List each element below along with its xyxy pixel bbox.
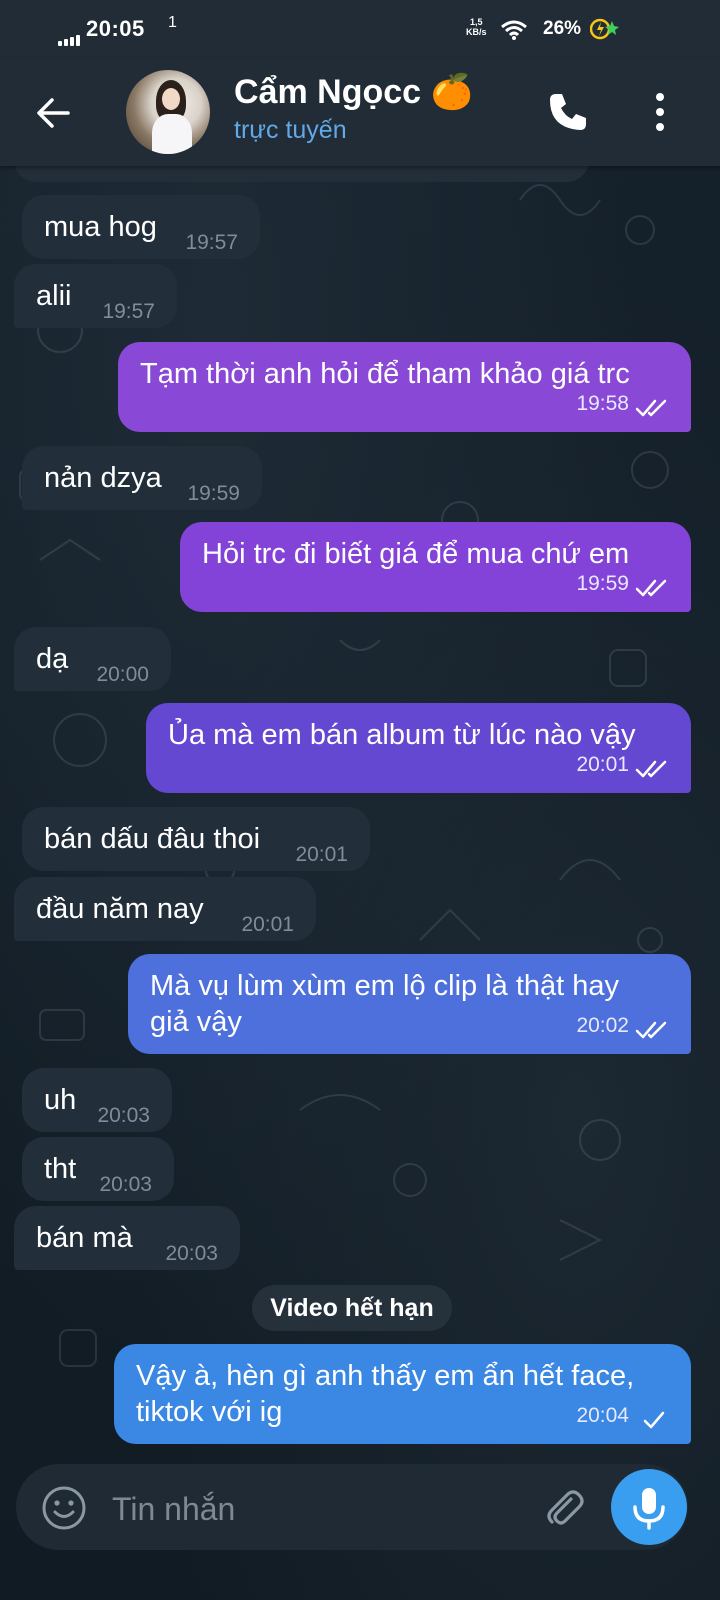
message-text-line: tiktok với ig <box>136 1396 283 1428</box>
message-text: bán dấu đâu thoi <box>44 823 261 855</box>
avatar[interactable] <box>126 70 210 154</box>
incoming-message[interactable]: tht 20:03 <box>22 1137 174 1201</box>
status-time: 20:05 <box>86 16 145 41</box>
message-time: 20:03 <box>165 1242 218 1265</box>
message-text-line: Mà vụ lùm xùm em lộ clip là thật hay <box>150 970 620 1002</box>
microphone-button[interactable] <box>611 1469 687 1545</box>
incoming-message[interactable]: bán mà 20:03 <box>14 1206 240 1270</box>
back-arrow-icon[interactable] <box>30 90 76 136</box>
message-time: 19:59 <box>576 572 629 595</box>
double-check-icon <box>635 1021 667 1039</box>
more-vertical-icon[interactable] <box>648 90 672 134</box>
network-speed: 1,5 KB/s <box>466 17 487 37</box>
message-text: bán mà <box>36 1222 133 1254</box>
message-time: 20:02 <box>576 1014 629 1037</box>
message-text: alii <box>36 280 72 312</box>
message-time: 20:01 <box>576 753 629 776</box>
message-text: Tạm thời anh hỏi để tham khảo giá trc <box>140 358 630 390</box>
double-check-icon <box>635 760 667 778</box>
message-text: tht <box>44 1153 77 1185</box>
message-time: 20:03 <box>99 1173 152 1196</box>
phone-icon[interactable] <box>546 90 590 134</box>
message-text-line: giả vậy <box>150 1006 242 1038</box>
incoming-message[interactable]: nản dzya 19:59 <box>22 446 262 510</box>
message-time: 20:01 <box>241 913 294 936</box>
incoming-message[interactable]: mua hog 19:57 <box>22 195 260 259</box>
status-bar: 20:05 1 1,5 KB/s 26% <box>0 0 720 58</box>
network-speed-value: 1,5 <box>470 17 483 27</box>
chat-header: Cẩm Ngọcc 🍊 trực tuyến <box>0 58 720 166</box>
outgoing-message[interactable]: Mà vụ lùm xùm em lộ clip là thật hay giả … <box>128 954 691 1054</box>
message-input[interactable] <box>110 1488 514 1530</box>
message-text: Hỏi trc đi biết giá để mua chứ em <box>202 538 630 570</box>
outgoing-message[interactable]: Hỏi trc đi biết giá để mua chứ em 19:59 <box>180 522 691 612</box>
outgoing-message[interactable]: Vậy à, hèn gì anh thấy em ẩn hết face, ti… <box>114 1344 691 1444</box>
message-text: Mà vụ lùm xùm em lộ clip là thật hay giả … <box>150 968 619 1040</box>
message-time: 20:01 <box>295 843 348 866</box>
single-check-icon <box>643 1411 665 1429</box>
status-extra: 1 <box>168 14 177 31</box>
message-text-line: Vậy à, hèn gì anh thấy em ẩn hết face, <box>136 1360 635 1392</box>
incoming-message[interactable]: alii 19:57 <box>14 264 177 328</box>
message-text: nản dzya <box>44 462 162 494</box>
message-time: 20:00 <box>96 663 149 686</box>
message-text: Vậy à, hèn gì anh thấy em ẩn hết face, ti… <box>136 1358 634 1430</box>
message-text: uh <box>44 1084 77 1116</box>
emoji-icon[interactable] <box>40 1484 88 1532</box>
message-time: 20:04 <box>576 1404 629 1427</box>
contact-status: trực tuyến <box>234 116 347 144</box>
message-time: 19:58 <box>576 392 629 415</box>
outgoing-message[interactable]: Tạm thời anh hỏi để tham khảo giá trc 19:… <box>118 342 691 432</box>
message-time: 19:57 <box>185 231 238 254</box>
double-check-icon <box>635 579 667 597</box>
message-text: mua hog <box>44 211 157 243</box>
wifi-icon <box>501 20 527 40</box>
message-time: 19:59 <box>187 482 240 505</box>
message-time: 20:03 <box>97 1104 150 1127</box>
incoming-message[interactable]: bán dấu đâu thoi 20:01 <box>22 807 370 871</box>
incoming-message[interactable]: uh 20:03 <box>22 1068 172 1132</box>
incoming-message[interactable]: dạ 20:00 <box>14 627 171 691</box>
microphone-icon <box>633 1488 665 1530</box>
message-time: 19:57 <box>102 300 155 323</box>
double-check-icon <box>635 399 667 417</box>
contact-name[interactable]: Cẩm Ngọcc 🍊 <box>234 72 473 112</box>
signal-icon <box>58 28 82 46</box>
incoming-message[interactable]: đầu năm nay 20:01 <box>14 877 316 941</box>
paperclip-icon[interactable] <box>540 1484 588 1532</box>
service-message: Video hết hạn <box>252 1285 452 1331</box>
message-text: dạ <box>36 643 69 675</box>
message-text: đầu năm nay <box>36 893 204 925</box>
charging-icon <box>590 18 619 40</box>
message-text: Ủa mà em bán album từ lúc nào vậy <box>168 719 636 751</box>
battery-percent: 26% <box>543 18 582 39</box>
network-speed-unit: KB/s <box>466 27 487 37</box>
outgoing-message[interactable]: Ủa mà em bán album từ lúc nào vậy 20:01 <box>146 703 691 793</box>
